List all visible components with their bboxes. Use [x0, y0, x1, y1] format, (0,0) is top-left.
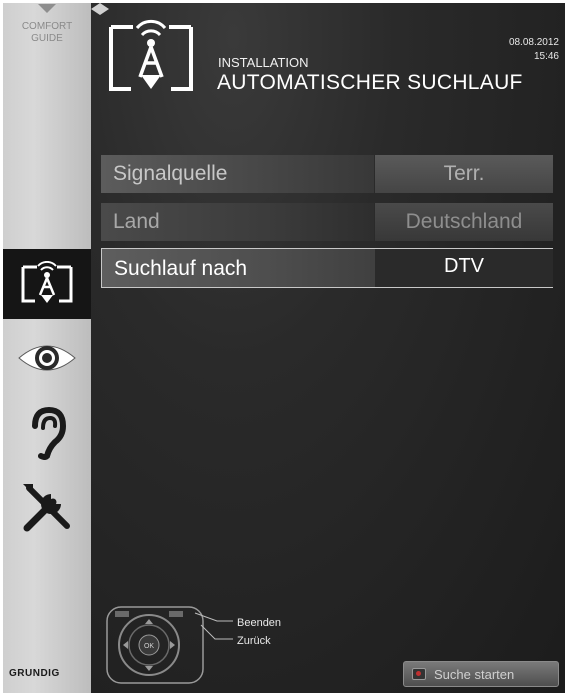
tools-icon — [23, 484, 70, 532]
date-display: 08.08.2012 — [508, 37, 559, 48]
record-button-icon — [412, 668, 426, 680]
installation-header-icon — [109, 19, 193, 91]
guide-arrow-icon — [38, 4, 56, 13]
hint-back-label: Zurück — [237, 635, 271, 647]
sidebar-item-settings[interactable] — [3, 473, 91, 543]
sidebar-item-installation[interactable] — [3, 249, 91, 319]
tv-screen: COMFORT GUIDE GRUNDIG INSTALLATION AUTOM… — [3, 3, 565, 693]
brand-logo: GRUNDIG — [9, 668, 60, 679]
antenna-icon — [21, 261, 73, 303]
setting-value[interactable]: Terr. — [375, 155, 553, 193]
hint-exit-label: Beenden — [237, 617, 282, 629]
section-label: INSTALLATION — [218, 55, 309, 70]
guide-label-line2: GUIDE — [31, 33, 63, 44]
setting-row-country[interactable]: Land Deutschland — [101, 203, 553, 241]
setting-label: Land — [101, 203, 374, 241]
comfort-guide[interactable]: COMFORT GUIDE — [3, 3, 91, 59]
remote-navigation-icon: OK — [106, 606, 233, 684]
eye-icon — [18, 345, 76, 371]
setting-value[interactable]: DTV — [375, 249, 553, 287]
setting-label: Suchlauf nach — [102, 249, 375, 287]
setting-row-search-type[interactable]: Suchlauf nach DTV — [101, 248, 553, 288]
start-search-button[interactable]: Suche starten — [403, 661, 559, 687]
guide-label: COMFORT GUIDE — [3, 21, 91, 45]
time-display: 15:46 — [533, 51, 559, 62]
guide-label-line1: COMFORT — [21, 21, 73, 32]
setting-label: Signalquelle — [101, 155, 374, 193]
main-panel: INSTALLATION AUTOMATISCHER SUCHLAUF 08.0… — [91, 3, 565, 693]
scroll-down-icon[interactable] — [91, 9, 109, 15]
ok-label: OK — [144, 643, 154, 650]
page-title: AUTOMATISCHER SUCHLAUF — [217, 71, 523, 94]
sidebar: COMFORT GUIDE GRUNDIG — [3, 3, 91, 693]
setting-value[interactable]: Deutschland — [375, 203, 553, 241]
ear-icon — [32, 406, 67, 460]
sidebar-item-picture[interactable] — [3, 323, 91, 393]
sidebar-item-sound[interactable] — [3, 398, 91, 468]
start-search-label: Suche starten — [434, 666, 515, 682]
setting-row-signal-source[interactable]: Signalquelle Terr. — [101, 155, 553, 193]
